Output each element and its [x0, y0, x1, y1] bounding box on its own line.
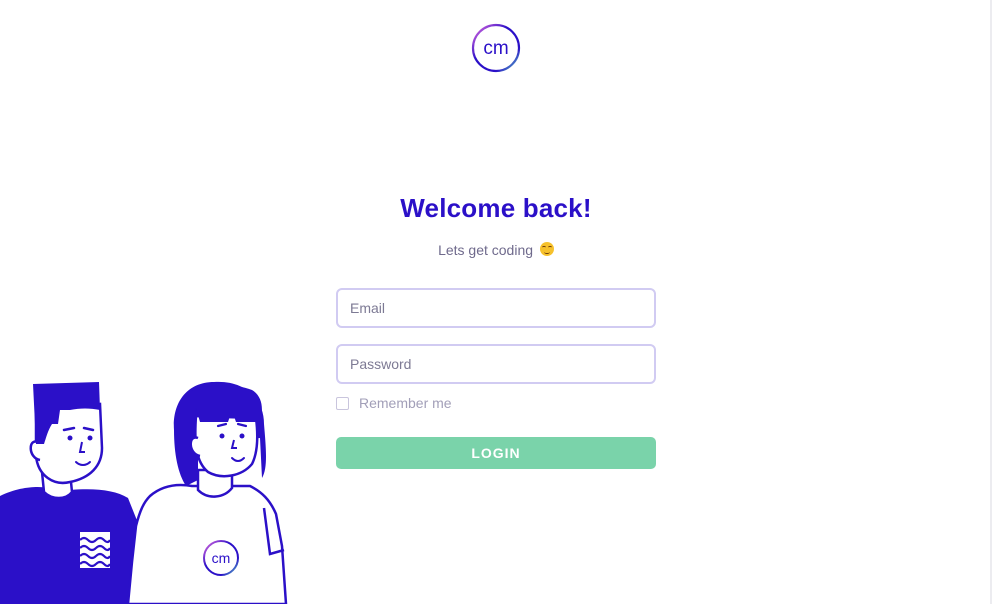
- boy-eye-left: [67, 435, 73, 441]
- logo-text: cm: [483, 38, 508, 59]
- login-button[interactable]: LOGIN: [336, 437, 656, 469]
- shirt-logo-text: cm: [212, 550, 231, 566]
- page-subtitle: Lets get coding: [0, 241, 992, 258]
- email-field[interactable]: [336, 288, 656, 328]
- page-title: Welcome back!: [400, 193, 592, 223]
- developers-illustration: cm: [0, 378, 300, 604]
- girl-shirt: [126, 483, 288, 604]
- girl-eye-left: [219, 433, 225, 439]
- girl-eye-right: [239, 433, 245, 439]
- smiling-face-emoji-icon: [539, 242, 554, 256]
- remember-me-label[interactable]: Remember me: [359, 395, 452, 411]
- remember-me-control[interactable]: Remember me: [336, 395, 452, 411]
- boy-eye-right: [87, 435, 93, 441]
- cm-logo-icon[interactable]: cm: [471, 23, 521, 73]
- remember-me-checkbox[interactable]: [336, 396, 349, 410]
- password-field[interactable]: [336, 344, 656, 384]
- login-button-label: LOGIN: [471, 445, 521, 461]
- subtitle-text: Lets get coding: [438, 242, 534, 258]
- boy-shirt: [0, 486, 140, 604]
